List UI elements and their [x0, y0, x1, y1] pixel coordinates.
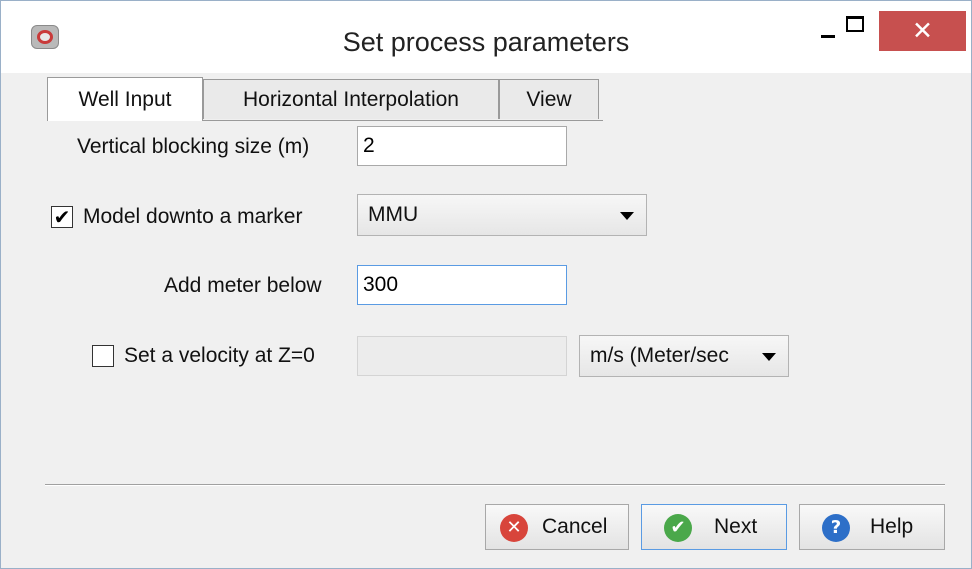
close-button[interactable]: ✕: [879, 11, 966, 51]
help-button[interactable]: ? Help: [799, 504, 945, 550]
vertical-blocking-label: Vertical blocking size (m): [77, 135, 310, 158]
title-bar: Set process parameters ✕: [1, 1, 971, 73]
velocity-unit-select[interactable]: m/s (Meter/sec: [579, 335, 789, 377]
cancel-button[interactable]: ✕ Cancel: [485, 504, 629, 550]
cancel-icon: ✕: [500, 514, 528, 542]
velocity-label: Set a velocity at Z=0: [124, 344, 315, 367]
next-button[interactable]: ✔ Next: [641, 504, 787, 550]
next-label: Next: [714, 515, 758, 538]
add-meter-input[interactable]: 300: [357, 265, 567, 305]
velocity-unit-value: m/s (Meter/sec: [590, 344, 729, 367]
add-meter-label: Add meter below: [164, 274, 322, 297]
chevron-down-icon: [620, 212, 634, 220]
maximize-icon[interactable]: [846, 16, 864, 32]
vertical-blocking-input[interactable]: 2: [357, 126, 567, 166]
check-icon: ✔: [664, 514, 692, 542]
model-downto-label: Model downto a marker: [83, 205, 303, 228]
window-title: Set process parameters: [342, 27, 630, 57]
marker-selected-value: MMU: [368, 203, 419, 226]
velocity-checkbox[interactable]: [92, 345, 114, 367]
dialog-window: Set process parameters ✕ Well Input Hori…: [0, 0, 972, 569]
cancel-label: Cancel: [542, 515, 608, 538]
tab-horizontal-interpolation[interactable]: Horizontal Interpolation: [203, 79, 499, 119]
minimize-icon[interactable]: [821, 35, 835, 38]
tab-view[interactable]: View: [499, 79, 599, 119]
model-downto-checkbox[interactable]: ✔: [51, 206, 73, 228]
tab-well-input[interactable]: Well Input: [47, 77, 203, 121]
chevron-down-icon: [762, 353, 776, 361]
help-label: Help: [870, 515, 914, 538]
velocity-input[interactable]: [357, 336, 567, 376]
marker-select[interactable]: MMU: [357, 194, 647, 236]
help-icon: ?: [822, 514, 850, 542]
